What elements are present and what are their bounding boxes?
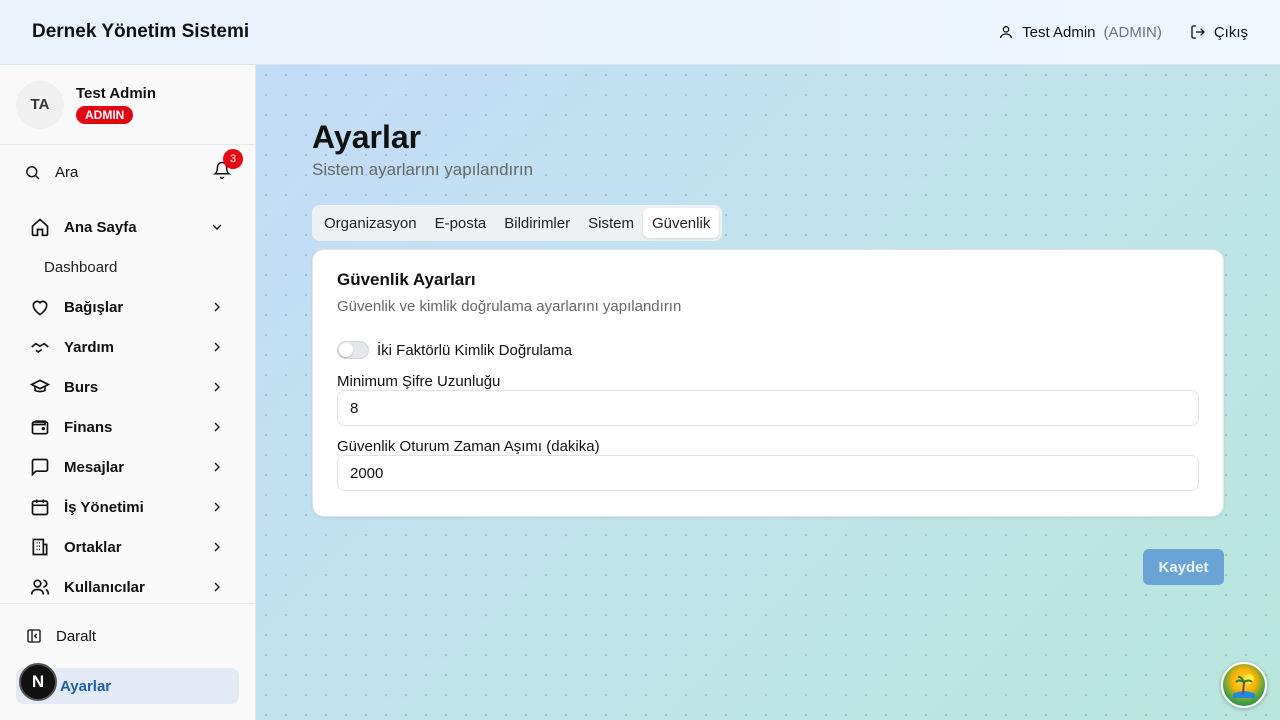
notifications-button[interactable]: 3 (213, 149, 243, 183)
sidebar-item-label: Yardım (64, 338, 115, 356)
chevron-right-icon (209, 459, 225, 475)
beach-widget-icon[interactable] (1221, 662, 1267, 708)
logout-label: Çıkış (1213, 23, 1248, 41)
sidebar-item-ortaklar[interactable]: Ortaklar (16, 527, 239, 567)
header-user-name: Test Admin (1022, 23, 1096, 41)
user-menu[interactable]: Test Admin (ADMIN) (998, 24, 1162, 41)
sidebar-item-dashboard[interactable]: Dashboard (16, 247, 239, 287)
heart-icon (30, 297, 50, 317)
two-factor-label: İki Faktörlü Kimlik Doğrulama (377, 341, 573, 359)
user-icon (998, 24, 1014, 40)
sidebar-item-label: Kullanıcılar (64, 578, 145, 596)
panel-collapse-icon (26, 628, 42, 644)
min-password-label: Minimum Şifre Uzunluğu (337, 373, 501, 390)
session-timeout-label: Güvenlik Oturum Zaman Aşımı (dakika) (337, 438, 600, 455)
graduation-cap-icon (30, 377, 50, 397)
logout-button[interactable]: Çıkış (1190, 24, 1248, 41)
session-timeout-input[interactable]: 2000 (337, 455, 1199, 491)
chevron-right-icon (209, 579, 225, 595)
chevron-right-icon (209, 299, 225, 315)
security-settings-card: Güvenlik Ayarları Güvenlik ve kimlik doğ… (312, 249, 1224, 517)
settings-tabs: Organizasyon E-posta Bildirimler Sistem … (312, 205, 723, 241)
calendar-icon (30, 497, 50, 517)
save-button[interactable]: Kaydet (1143, 549, 1224, 585)
building-icon (30, 537, 50, 557)
users-icon (30, 577, 50, 597)
sidebar-item-bagislar[interactable]: Bağışlar (16, 287, 239, 327)
card-title: Güvenlik Ayarları (337, 270, 476, 289)
sidebar-item-finans[interactable]: Finans (16, 407, 239, 447)
sidebar-item-label: Finans (64, 418, 113, 436)
role-badge: ADMIN (76, 106, 134, 124)
page-title: Ayarlar (312, 119, 422, 155)
chevron-down-icon (209, 219, 225, 235)
sidebar-item-mesajlar[interactable]: Mesajlar (16, 447, 239, 487)
sidebar-item-is-yonetimi[interactable]: İş Yönetimi (16, 487, 239, 527)
message-icon (30, 457, 50, 477)
page-subtitle: Sistem ayarlarını yapılandırın (312, 160, 534, 179)
app-title: Dernek Yönetim Sistemi (32, 21, 250, 42)
chevron-right-icon (209, 419, 225, 435)
handshake-icon (30, 337, 50, 357)
sidebar-item-label: Ana Sayfa (64, 218, 137, 236)
avatar: TA (16, 80, 64, 129)
sidebar-item-burs[interactable]: Burs (16, 367, 239, 407)
collapse-label: Daralt (56, 627, 97, 645)
sidebar-item-label: Burs (64, 378, 99, 396)
sidebar: TA Test Admin ADMIN Ara 3 Ana Sayfa Dash… (0, 65, 256, 720)
sidebar-item-label: Mesajlar (64, 458, 125, 476)
sidebar-item-label: Bağışlar (64, 298, 124, 316)
sidebar-profile: TA Test Admin ADMIN (0, 65, 255, 145)
collapse-button[interactable]: Daralt (0, 604, 255, 668)
chevron-right-icon (209, 499, 225, 515)
tab-organizasyon[interactable]: Organizasyon (315, 208, 426, 238)
sidebar-item-label: Ortaklar (64, 538, 122, 556)
top-header: Dernek Yönetim Sistemi Test Admin (ADMIN… (0, 0, 1280, 65)
min-password-input[interactable]: 8 (337, 390, 1199, 426)
tab-e-posta[interactable]: E-posta (426, 208, 496, 238)
sidebar-search[interactable]: Ara (24, 164, 78, 181)
profile-name: Test Admin (76, 85, 157, 102)
sidebar-item-label: İş Yönetimi (64, 498, 144, 516)
header-user-role: (ADMIN) (1103, 23, 1162, 41)
notification-count: 3 (223, 149, 243, 169)
wallet-icon (30, 417, 50, 437)
search-label: Ara (55, 163, 79, 181)
card-description: Güvenlik ve kimlik doğrulama ayarlarını … (337, 298, 682, 315)
sidebar-item-yardim[interactable]: Yardım (16, 327, 239, 367)
search-icon (24, 164, 41, 181)
chevron-right-icon (209, 339, 225, 355)
sidebar-item-kullanicilar[interactable]: Kullanıcılar (16, 567, 239, 607)
two-factor-toggle[interactable] (337, 341, 369, 359)
tab-sistem[interactable]: Sistem (579, 208, 643, 238)
sidebar-footer: Daralt (0, 603, 255, 668)
tab-guvenlik[interactable]: Güvenlik (642, 208, 720, 238)
dev-tools-button[interactable]: N (19, 663, 57, 701)
logout-icon (1190, 24, 1206, 40)
sidebar-item-ana-sayfa[interactable]: Ana Sayfa (16, 207, 239, 247)
main-content: Ayarlar Sistem ayarlarını yapılandırın O… (256, 65, 1280, 720)
chevron-right-icon (209, 539, 225, 555)
chevron-right-icon (209, 379, 225, 395)
tab-bildirimler[interactable]: Bildirimler (495, 208, 579, 238)
sidebar-nav: Ana Sayfa Dashboard Bağışlar Yardım Burs (16, 207, 239, 607)
home-icon (30, 217, 50, 237)
